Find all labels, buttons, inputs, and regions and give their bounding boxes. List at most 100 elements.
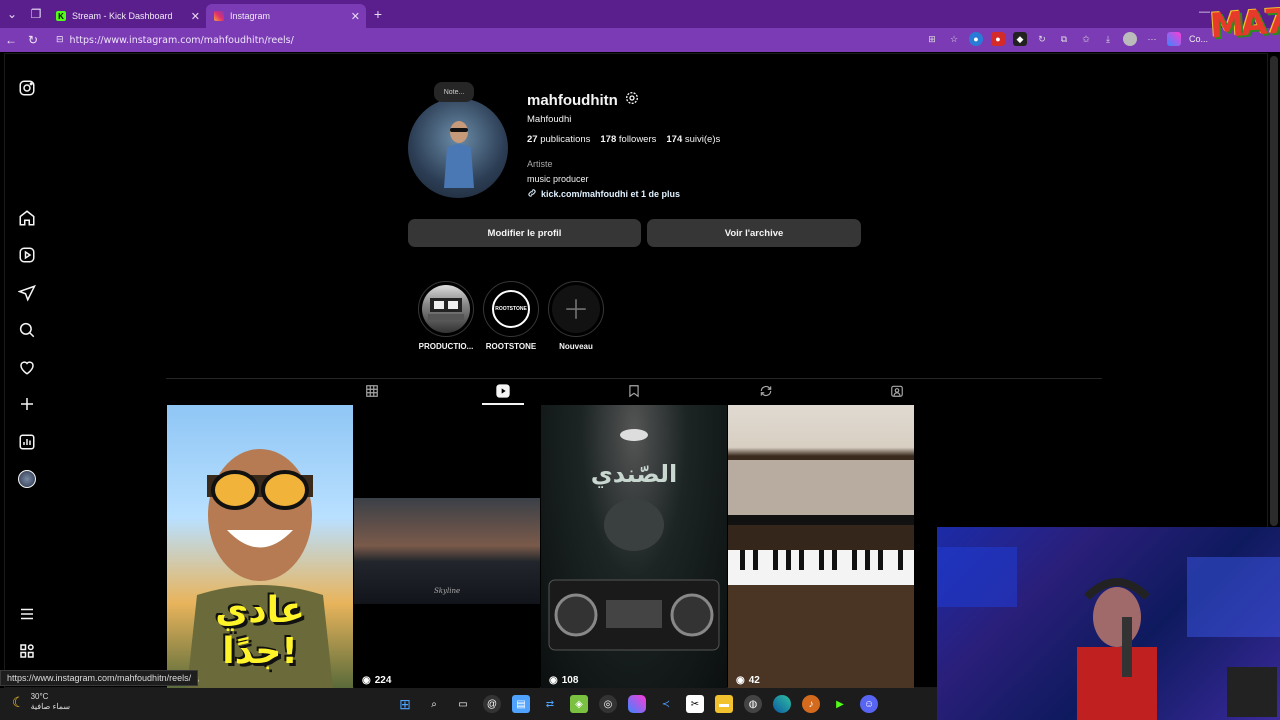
rootstone-logo-text: ROOTSTONE bbox=[492, 290, 530, 328]
app-threads-icon[interactable]: @ bbox=[483, 695, 501, 713]
profile-avatar-icon[interactable] bbox=[1123, 32, 1137, 46]
webcam-overlay bbox=[937, 527, 1280, 720]
app-copilot-icon[interactable] bbox=[628, 695, 646, 713]
reel-tile[interactable]: الصّندي ◉ 108 bbox=[541, 405, 727, 688]
highlight-label: PRODUCTIO... bbox=[418, 342, 474, 351]
reels-tab-icon[interactable] bbox=[493, 381, 513, 401]
reel-thumbnail-boombox bbox=[548, 429, 720, 651]
more-menu-icon[interactable] bbox=[16, 603, 38, 625]
profile-tabs bbox=[166, 378, 1102, 405]
app-kick-icon[interactable]: ▶ bbox=[831, 695, 849, 713]
back-arrow-icon[interactable]: ← bbox=[0, 33, 22, 47]
workspaces-icon[interactable]: ❐ bbox=[24, 0, 48, 28]
saved-tab-icon[interactable] bbox=[624, 381, 644, 401]
notifications-heart-icon[interactable] bbox=[16, 356, 38, 378]
page-scrollbar[interactable] bbox=[1270, 56, 1278, 526]
extensions-area: ⊞ ☆ ● ● ◆ ↻ ⧉ ✩ ⤓ ⋯ Co... bbox=[925, 32, 1208, 46]
more-menu-icon[interactable]: ⋯ bbox=[1145, 32, 1159, 46]
app-files-icon[interactable]: ▤ bbox=[512, 695, 530, 713]
followers-stat[interactable]: 178 followers bbox=[600, 134, 656, 145]
app-chrome-icon[interactable]: ◍ bbox=[744, 695, 762, 713]
extensions-puzzle-icon[interactable]: ⧉ bbox=[1057, 32, 1071, 46]
reel-tile[interactable]: Skyline ◉ 224 bbox=[354, 405, 540, 688]
highlight-new[interactable]: Nouveau bbox=[548, 281, 604, 351]
app-folder-icon[interactable]: ▬ bbox=[715, 695, 733, 713]
moon-weather-icon: ☾ bbox=[12, 693, 25, 710]
profile-picture[interactable] bbox=[408, 98, 508, 198]
extension-refresh-icon[interactable]: ↻ bbox=[1035, 32, 1049, 46]
search-icon[interactable] bbox=[16, 319, 38, 341]
task-view-icon[interactable]: ▭ bbox=[454, 695, 472, 713]
note-text: Note... bbox=[443, 88, 465, 96]
ma7-channel-logo: MA7 bbox=[1208, 1, 1280, 47]
messages-icon[interactable] bbox=[16, 282, 38, 304]
profile-avatar[interactable] bbox=[16, 468, 38, 490]
weather-widget[interactable]: ☾ 30°C سماء صافية bbox=[12, 692, 70, 712]
app-android-icon[interactable]: ◈ bbox=[570, 695, 588, 713]
play-count-icon: ◉ bbox=[362, 675, 371, 686]
dashboard-icon[interactable] bbox=[16, 431, 38, 453]
site-info-icon[interactable]: ⊟ bbox=[56, 35, 64, 45]
refresh-icon[interactable]: ↻ bbox=[22, 33, 44, 47]
streamer-webcam-image bbox=[937, 547, 1280, 720]
tab-instagram[interactable]: Instagram ✕ bbox=[206, 4, 366, 28]
full-name: Mahfoudhi bbox=[527, 114, 572, 125]
home-icon[interactable] bbox=[16, 207, 38, 229]
reel-tile[interactable]: عادي جدًا! ◉ 46 bbox=[167, 405, 353, 688]
tab-title: Instagram bbox=[230, 11, 271, 21]
views-count: 224 bbox=[374, 675, 392, 686]
create-plus-icon[interactable] bbox=[16, 393, 38, 415]
reel-tile[interactable]: ◉ 42 bbox=[728, 405, 914, 688]
view-archive-button[interactable]: Voir l'archive bbox=[647, 219, 861, 247]
copilot-icon[interactable] bbox=[1167, 32, 1181, 46]
new-tab-button[interactable]: + bbox=[366, 6, 390, 22]
following-count: 174 bbox=[666, 134, 683, 145]
browser-tab-bar: ⌄ ❐ K Stream - Kick Dashboard ✕ Instagra… bbox=[0, 0, 1280, 28]
reel-views: ◉ 224 bbox=[362, 675, 391, 686]
link-hover-status: https://www.instagram.com/mahfoudhitn/re… bbox=[0, 670, 199, 686]
windows-start-icon[interactable]: ⊞ bbox=[396, 695, 414, 713]
posts-count: 27 bbox=[527, 134, 538, 145]
tagged-tab-icon[interactable] bbox=[887, 381, 907, 401]
extension-red-icon[interactable]: ● bbox=[991, 32, 1005, 46]
highlight-cover-studio bbox=[422, 285, 470, 333]
temperature: 30°C bbox=[30, 692, 49, 701]
extension-diamond-icon[interactable]: ◆ bbox=[1013, 32, 1027, 46]
url-field[interactable]: ⊟ https://www.instagram.com/mahfoudhitn/… bbox=[50, 31, 910, 49]
note-bubble[interactable]: Note... bbox=[434, 82, 474, 102]
address-toolbar: ← ↻ ⊟ https://www.instagram.com/mahfoudh… bbox=[0, 28, 1280, 52]
highlight-rootstone[interactable]: ROOTSTONE ROOTSTONE bbox=[483, 281, 539, 351]
highlight-productio[interactable]: PRODUCTIO... bbox=[418, 281, 474, 351]
app-edge-icon[interactable] bbox=[773, 695, 791, 713]
split-screen-icon[interactable]: ⊞ bbox=[925, 32, 939, 46]
close-tab-icon[interactable]: ✕ bbox=[191, 10, 200, 23]
posts-grid-tab-icon[interactable] bbox=[362, 381, 382, 401]
edit-profile-button[interactable]: Modifier le profil bbox=[408, 219, 641, 247]
instagram-logo-icon[interactable] bbox=[16, 77, 38, 99]
reels-grid: عادي جدًا! ◉ 46 Skyline ◉ 224 الصّندي ◉ … bbox=[167, 405, 915, 688]
tab-kick-dashboard[interactable]: K Stream - Kick Dashboard ✕ bbox=[48, 4, 206, 28]
following-stat[interactable]: 174 suivi(e)s bbox=[666, 134, 720, 145]
app-obs-icon[interactable]: ◎ bbox=[599, 695, 617, 713]
favorites-icon[interactable]: ✩ bbox=[1079, 32, 1093, 46]
extension-blue-icon[interactable]: ● bbox=[969, 32, 983, 46]
settings-gear-icon[interactable] bbox=[624, 90, 640, 110]
app-network-icon[interactable]: ⇄ bbox=[541, 695, 559, 713]
reposts-tab-icon[interactable] bbox=[756, 381, 776, 401]
app-capcut-icon[interactable]: ✂ bbox=[686, 695, 704, 713]
also-from-meta-icon[interactable] bbox=[16, 640, 38, 662]
new-highlight-plus-icon bbox=[552, 285, 600, 333]
tab-list-chevron-icon[interactable]: ⌄ bbox=[0, 0, 24, 28]
taskbar-apps: ⊞ ⌕ ▭ @ ▤ ⇄ ◈ ◎ ≺ ✂ ▬ ◍ ♪ ▶ ☺ bbox=[396, 695, 878, 713]
close-tab-icon[interactable]: ✕ bbox=[351, 10, 360, 23]
reels-icon[interactable] bbox=[16, 244, 38, 266]
app-discord-icon[interactable]: ☺ bbox=[860, 695, 878, 713]
taskbar-search-icon[interactable]: ⌕ bbox=[425, 695, 443, 713]
profile-link[interactable]: kick.com/mahfoudhi et 1 de plus bbox=[527, 188, 680, 200]
favorite-star-icon[interactable]: ☆ bbox=[947, 32, 961, 46]
downloads-icon[interactable]: ⤓ bbox=[1101, 32, 1115, 46]
link-text: kick.com/mahfoudhi et 1 de plus bbox=[541, 189, 681, 199]
app-vscode-icon[interactable]: ≺ bbox=[657, 695, 675, 713]
reel-thumbnail-synth bbox=[728, 460, 914, 688]
app-audio-icon[interactable]: ♪ bbox=[802, 695, 820, 713]
